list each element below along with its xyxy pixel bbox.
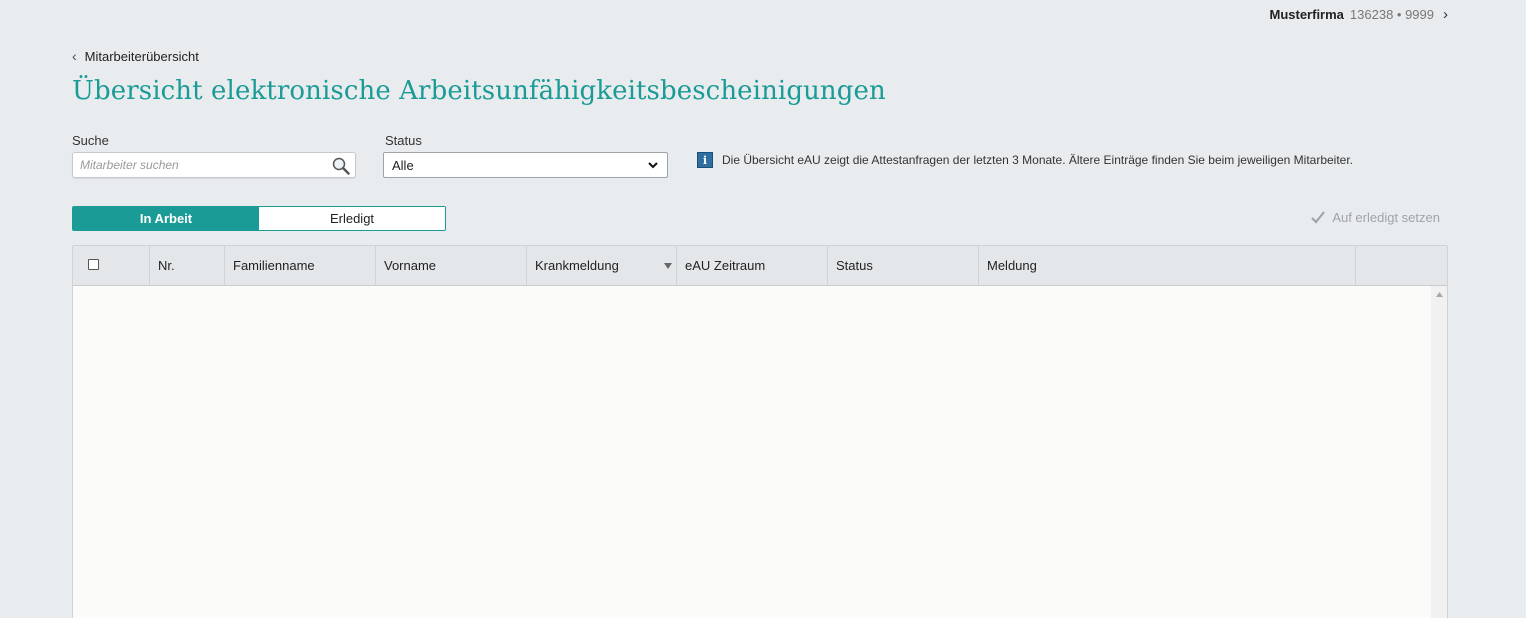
- company-switcher[interactable]: Musterfirma 136238 • 9999 ›: [1270, 6, 1449, 23]
- breadcrumb[interactable]: ‹ Mitarbeiterübersicht: [72, 48, 199, 64]
- status-toggle: In Arbeit Erledigt: [72, 206, 446, 231]
- sort-desc-icon: [664, 263, 672, 269]
- page-title: Übersicht elektronische Arbeitsunfähigke…: [72, 76, 886, 106]
- info-message: i Die Übersicht eAU zeigt die Attestanfr…: [697, 152, 1353, 168]
- column-header-actions: [1356, 246, 1447, 285]
- column-header-vorname[interactable]: Vorname: [376, 246, 527, 285]
- status-select[interactable]: Alle: [383, 152, 668, 178]
- chevron-right-icon: ›: [1443, 6, 1448, 23]
- select-all-cell: [73, 246, 150, 285]
- info-icon: i: [697, 152, 713, 168]
- chevron-left-icon: ‹: [72, 48, 77, 64]
- column-header-familienname[interactable]: Familienname: [225, 246, 376, 285]
- tab-in-arbeit[interactable]: In Arbeit: [73, 207, 259, 230]
- checkmark-icon: [1311, 211, 1326, 224]
- column-header-status[interactable]: Status: [828, 246, 979, 285]
- scroll-up-icon[interactable]: [1436, 292, 1443, 297]
- company-name: Musterfirma: [1269, 7, 1344, 22]
- column-header-krankmeldung-label: Krankmeldung: [535, 258, 619, 273]
- company-meta: 136238 • 9999: [1349, 7, 1434, 22]
- table-header: Nr. Familienname Vorname Krankmeldung eA…: [73, 246, 1447, 286]
- vertical-scrollbar[interactable]: [1431, 286, 1447, 618]
- search-input[interactable]: [73, 153, 355, 177]
- status-label: Status: [385, 133, 422, 148]
- mark-done-button[interactable]: Auf erledigt setzen: [1310, 209, 1440, 225]
- search-icon[interactable]: [331, 156, 351, 176]
- search-box: [72, 152, 356, 178]
- chevron-down-icon: [648, 162, 658, 169]
- column-header-eau-zeitraum[interactable]: eAU Zeitraum: [677, 246, 828, 285]
- breadcrumb-label: Mitarbeiterübersicht: [84, 48, 199, 64]
- mark-done-label: Auf erledigt setzen: [1332, 209, 1440, 225]
- info-text: Die Übersicht eAU zeigt die Attestanfrag…: [722, 153, 1354, 167]
- select-all-checkbox[interactable]: [88, 259, 99, 270]
- status-select-value: Alle: [392, 157, 414, 173]
- tab-erledigt[interactable]: Erledigt: [259, 207, 445, 230]
- column-header-meldung[interactable]: Meldung: [979, 246, 1356, 285]
- column-header-krankmeldung[interactable]: Krankmeldung: [527, 246, 677, 285]
- column-header-nr[interactable]: Nr.: [150, 246, 225, 285]
- search-label: Suche: [72, 133, 109, 148]
- eau-table: Nr. Familienname Vorname Krankmeldung eA…: [72, 245, 1448, 618]
